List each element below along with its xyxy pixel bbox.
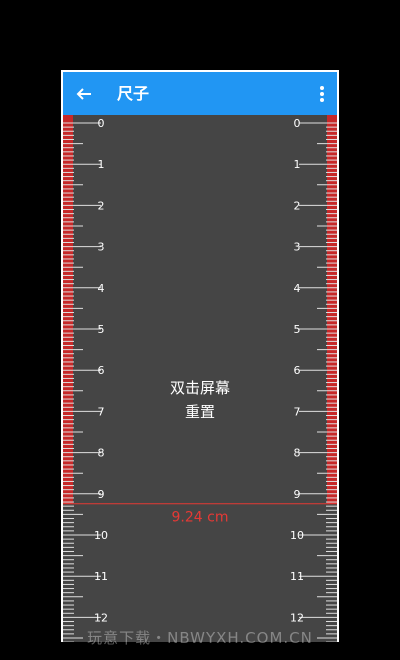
ruler-label-right: 11 <box>290 570 304 583</box>
arrow-left-icon[interactable] <box>73 83 95 105</box>
ruler-label-right: 9 <box>294 488 301 501</box>
ruler-label-left: 4 <box>98 282 105 295</box>
more-vert-icon[interactable] <box>311 82 333 106</box>
ruler-label-left: 3 <box>98 241 105 254</box>
ruler-label-left: 1 <box>98 158 105 171</box>
ruler-label-left: 12 <box>94 611 108 624</box>
measurement-readout: 9.24 cm <box>172 510 229 526</box>
ruler-label-right: 4 <box>294 282 301 295</box>
ruler-label-left: 5 <box>98 323 105 336</box>
measured-bar-right <box>327 115 337 504</box>
app-bar: 尺子 <box>63 72 337 115</box>
ruler-label-left: 10 <box>94 529 108 542</box>
measured-bar-left <box>63 115 73 504</box>
ruler-label-right: 0 <box>294 117 301 130</box>
ruler-label-right: 1 <box>294 158 301 171</box>
ruler-label-right: 8 <box>294 447 301 460</box>
ruler-label-left: 0 <box>98 117 105 130</box>
reset-hint-line-2: 重置 <box>184 403 215 421</box>
reset-hint: 双击屏幕 重置 <box>63 376 337 424</box>
ruler-label-left: 11 <box>94 570 108 583</box>
phone-frame: 尺子 0 0 1 1 2 2 3 3 4 4 5 5 6 6 7 7 8 8 9 9 10 10 11 11 12 12 9.24 … <box>61 70 339 642</box>
page-title: 尺子 <box>117 84 150 103</box>
ruler-label-left: 9 <box>98 488 105 501</box>
ruler-label-left: 8 <box>98 447 105 460</box>
ruler-label-right: 2 <box>294 199 301 212</box>
ruler-label-left: 2 <box>98 199 105 212</box>
ruler-label-right: 10 <box>290 529 304 542</box>
watermark: 玩意下载・NBWYXH.COM.CN <box>87 629 313 647</box>
ruler-label-right: 12 <box>290 611 304 624</box>
ruler-label-right: 5 <box>294 323 301 336</box>
ruler-label-right: 3 <box>294 241 301 254</box>
reset-hint-line-1: 双击屏幕 <box>169 379 230 397</box>
app-screen[interactable]: 尺子 0 0 1 1 2 2 3 3 4 4 5 5 6 6 7 7 8 8 9 9 10 10 11 11 12 12 9.24 … <box>63 72 337 642</box>
